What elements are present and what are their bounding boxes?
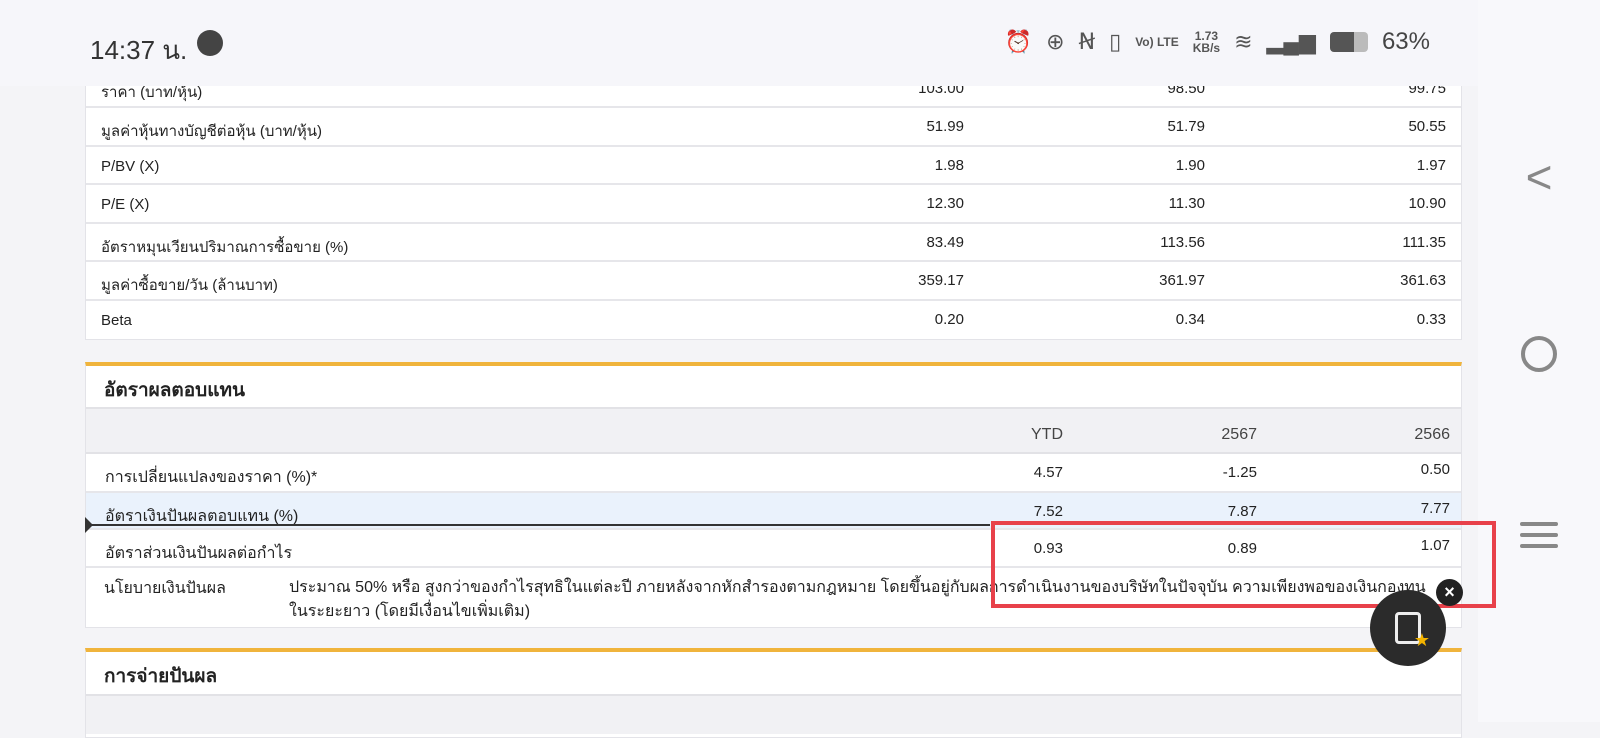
circle-icon bbox=[1521, 336, 1557, 372]
speedometer-icon bbox=[197, 30, 223, 56]
data-saver-icon: ⊕ bbox=[1046, 29, 1065, 54]
row-label: มูลค่าหุ้นทางบัญชีต่อหุ้น (บาท/หุ้น) bbox=[101, 123, 322, 140]
section-title: อัตราผลตอบแทน bbox=[104, 380, 245, 401]
table-header: YTD 2567 2566 bbox=[86, 407, 1461, 454]
cell-value: 0.50 bbox=[1420, 461, 1450, 478]
list-star-icon bbox=[1395, 612, 1430, 651]
cell-value: 7.87 bbox=[1227, 503, 1257, 520]
recents-button[interactable] bbox=[1478, 515, 1600, 555]
watchlist-fab-button[interactable] bbox=[1370, 590, 1446, 666]
row-label: อัตราหมุนเวียนปริมาณการซื้อขาย (%) bbox=[101, 239, 349, 256]
table-row: อัตราหมุนเวียนปริมาณการซื้อขาย (%) 83.49 1… bbox=[86, 224, 1461, 262]
table-header bbox=[86, 694, 1461, 734]
cell-value: 50.55 bbox=[1408, 118, 1446, 135]
cell-value: 0.34 bbox=[1175, 311, 1205, 328]
battery-icon bbox=[1329, 32, 1368, 52]
cell-value: 7.52 bbox=[1033, 503, 1063, 520]
cell-value: 1.97 bbox=[1416, 157, 1446, 174]
cell-value: 359.17 bbox=[918, 272, 964, 289]
cell-value: 12.30 bbox=[926, 195, 964, 212]
status-bar: 14:37 น. ⏰ ⊕ Ꞥ ▯ Vo) LTE 1.73 KB/s ≋ ▂▄▆ … bbox=[0, 0, 1478, 86]
volte-icon: Vo) LTE bbox=[1135, 35, 1179, 49]
cell-value: 111.35 bbox=[1402, 234, 1446, 251]
cell-value: 1.90 bbox=[1175, 157, 1205, 174]
row-label: Beta bbox=[101, 312, 132, 329]
cell-value: 4.57 bbox=[1033, 464, 1063, 481]
cell-value: 10.90 bbox=[1408, 195, 1446, 212]
row-label: อัตราส่วนเงินปันผลต่อกำไร bbox=[105, 545, 293, 562]
cell-value: 361.97 bbox=[1159, 272, 1205, 289]
nfc-icon: Ꞥ bbox=[1078, 29, 1096, 54]
table-row: มูลค่าหุ้นทางบัญชีต่อหุ้น (บาท/หุ้น) 51.9… bbox=[86, 108, 1461, 147]
row-marker-line bbox=[85, 517, 990, 533]
cell-value: 83.49 bbox=[926, 234, 964, 251]
net-speed: 1.73 KB/s bbox=[1192, 29, 1221, 55]
table-row: P/BV (X) 1.98 1.90 1.97 bbox=[86, 147, 1461, 185]
cell-value: 1.98 bbox=[934, 157, 964, 174]
table-row: P/E (X) 12.30 11.30 10.90 bbox=[86, 185, 1461, 224]
cell-value: 11.30 bbox=[1168, 195, 1205, 212]
table-row: Beta 0.20 0.34 0.33 bbox=[86, 301, 1461, 339]
cell-value: 0.33 bbox=[1416, 311, 1446, 328]
dividend-section: การจ่ายปันผล bbox=[85, 648, 1462, 738]
vibrate-icon: ▯ bbox=[1109, 29, 1122, 54]
valuation-table: ราคา (บาท/หุ้น) 103.00 98.50 99.75 มูลค่าหุ… bbox=[85, 60, 1462, 340]
battery-percent: 63% bbox=[1381, 28, 1430, 55]
navigation-bar: < bbox=[1478, 0, 1600, 722]
table-row: มูลค่าซื้อขาย/วัน (ล้านบาท) 359.17 361.97 3… bbox=[86, 262, 1461, 301]
status-icons: ⏰ ⊕ Ꞥ ▯ Vo) LTE 1.73 KB/s ≋ ▂▄▆ 63% bbox=[1005, 28, 1430, 56]
cell-value: 51.79 bbox=[1167, 118, 1205, 135]
table-row: การเปลี่ยนแปลงของราคา (%)* 4.57 -1.25 0.50 bbox=[86, 454, 1461, 493]
wifi-icon: ≋ bbox=[1234, 29, 1253, 54]
close-fab-button[interactable]: × bbox=[1436, 579, 1463, 606]
signal-icon: ▂▄▆ bbox=[1266, 29, 1316, 54]
back-button[interactable]: < bbox=[1478, 150, 1600, 204]
cell-value: 113.56 bbox=[1160, 234, 1205, 251]
alarm-icon: ⏰ bbox=[1004, 29, 1033, 54]
section-title: การจ่ายปันผล bbox=[104, 666, 218, 687]
clock: 14:37 น. bbox=[90, 35, 188, 65]
cell-value: 361.63 bbox=[1400, 272, 1446, 289]
cell-value: -1.25 bbox=[1222, 464, 1257, 481]
row-label: P/E (X) bbox=[101, 196, 150, 213]
row-label: การเปลี่ยนแปลงของราคา (%)* bbox=[105, 469, 318, 486]
home-button[interactable] bbox=[1478, 336, 1600, 377]
cell-value: 51.99 bbox=[926, 118, 964, 135]
cell-value: 0.20 bbox=[934, 311, 964, 328]
row-label: P/BV (X) bbox=[101, 158, 160, 175]
page-content: ราคา (บาท/หุ้น) 103.00 98.50 99.75 มูลค่าหุ… bbox=[0, 0, 1478, 738]
cell-value: 7.77 bbox=[1420, 500, 1450, 517]
row-label: มูลค่าซื้อขาย/วัน (ล้านบาท) bbox=[101, 277, 278, 294]
